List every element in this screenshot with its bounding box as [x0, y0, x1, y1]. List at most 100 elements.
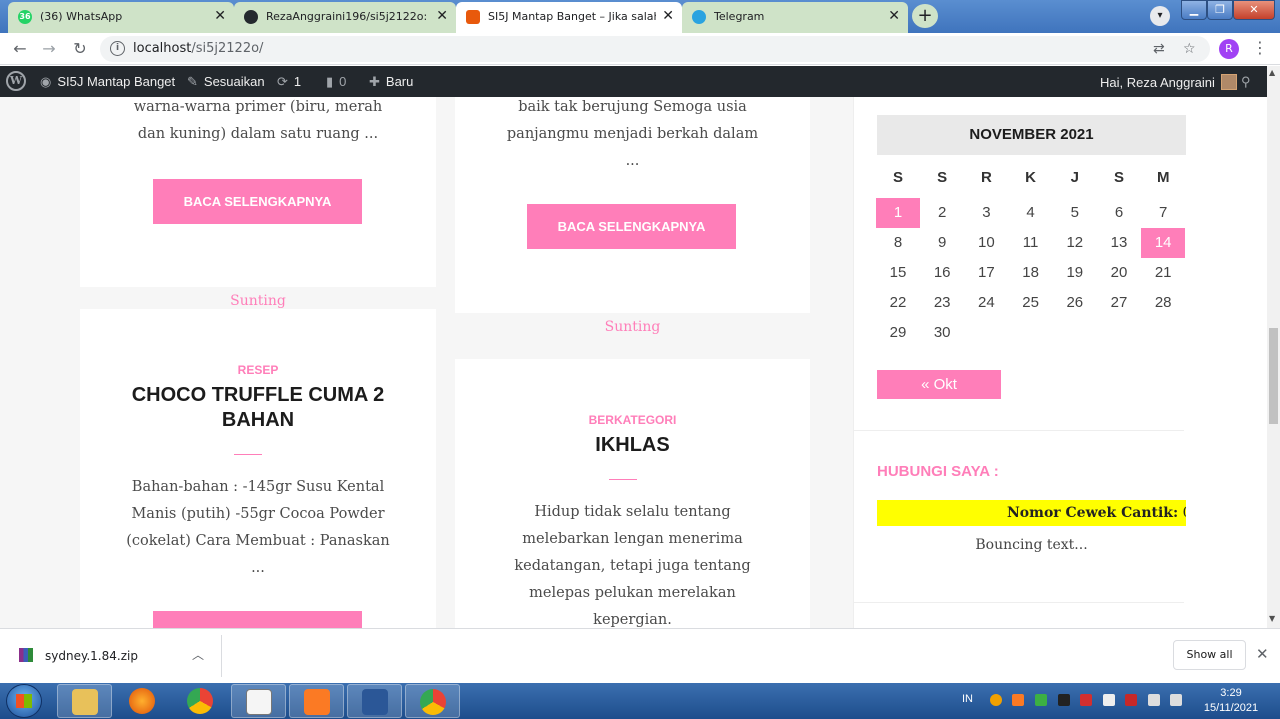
calendar-day: 30: [933, 324, 951, 341]
url-host: localhost: [133, 41, 192, 56]
chevron-up-icon[interactable]: ︿: [192, 646, 204, 663]
read-more-button[interactable]: [153, 611, 362, 628]
updates-icon: ⟳: [277, 74, 288, 89]
post-title[interactable]: CHOCO TRUFFLE CUMA 2 BAHAN: [80, 383, 436, 433]
warning-icon[interactable]: [1080, 694, 1092, 706]
post-category[interactable]: RESEP: [80, 363, 436, 377]
flag-icon[interactable]: [1103, 694, 1115, 706]
wp-admin-bar: W ◉ SI5J Mantap Banget ✎ Sesuaikan ⟳ 1 ▮ 0 ✚…: [0, 66, 1267, 97]
taskbar-word[interactable]: [347, 684, 402, 718]
search-tray-icon[interactable]: [990, 694, 1002, 706]
reload-icon[interactable]: ↻: [69, 38, 91, 60]
taskbar-chrome[interactable]: [173, 684, 228, 718]
translate-icon[interactable]: ⇄: [1153, 41, 1165, 57]
taskbar-chrome-profile[interactable]: [405, 684, 460, 718]
calendar-day: 22: [889, 294, 907, 311]
maximize-button[interactable]: ❐: [1207, 0, 1233, 20]
taskbar-explorer[interactable]: [57, 684, 112, 718]
close-tab-icon[interactable]: ✕: [214, 8, 226, 24]
taskbar-notepad[interactable]: [231, 684, 286, 718]
tab-whatsapp[interactable]: 36 (36) WhatsApp ✕: [8, 2, 234, 33]
menu-kebab-icon[interactable]: ⋮: [1252, 38, 1268, 57]
drive-icon[interactable]: [1035, 694, 1047, 706]
edit-link[interactable]: Sunting: [80, 293, 436, 309]
calendar-weekday: K: [1025, 169, 1037, 186]
new-tab-button[interactable]: +: [912, 4, 938, 28]
clock-date: 15/11/2021: [1203, 702, 1259, 714]
calendar-day: 7: [1159, 204, 1168, 221]
calendar-weekday: S: [937, 169, 948, 186]
calendar-day[interactable]: 14: [1141, 228, 1186, 258]
bookmark-star-icon[interactable]: ☆: [1183, 41, 1196, 57]
tab-title: RezaAnggraini196/si5j2122o: Rep: [266, 10, 430, 23]
admin-customize[interactable]: ✎ Sesuaikan: [187, 74, 265, 90]
calendar-day: 3: [982, 204, 991, 221]
close-tab-icon[interactable]: ✕: [888, 8, 900, 24]
show-all-button[interactable]: Show all: [1173, 640, 1246, 670]
calendar-day: 23: [933, 294, 951, 311]
calendar-prev-link[interactable]: « Okt: [877, 370, 1001, 399]
close-icon[interactable]: ✕: [1256, 645, 1269, 663]
tab-telegram[interactable]: Telegram ✕: [682, 2, 908, 33]
volume-icon[interactable]: [1170, 694, 1182, 706]
tab-title: (36) WhatsApp: [40, 10, 123, 23]
admin-site-name[interactable]: ◉ SI5J Mantap Banget: [40, 74, 175, 90]
calendar-day: 27: [1110, 294, 1128, 311]
comment-icon: ▮: [326, 74, 334, 89]
tab-si5j[interactable]: SI5J Mantap Banget – Jika salah p ✕: [456, 2, 682, 33]
minimize-button[interactable]: ▁: [1181, 0, 1207, 20]
tab-title: SI5J Mantap Banget – Jika salah p: [488, 10, 656, 23]
updates-count: 1: [293, 74, 302, 89]
customize-label: Sesuaikan: [203, 74, 265, 89]
xampp-tray-icon[interactable]: [1012, 694, 1024, 706]
profile-avatar[interactable]: R: [1219, 39, 1239, 59]
tab-search-icon[interactable]: ▾: [1150, 6, 1170, 26]
edit-link[interactable]: Sunting: [455, 319, 810, 335]
language-indicator[interactable]: IN: [962, 693, 973, 705]
admin-comments[interactable]: ▮ 0: [326, 74, 346, 90]
forward-arrow-icon[interactable]: →: [38, 38, 60, 60]
browser-tab-strip: 36 (36) WhatsApp ✕ RezaAnggraini196/si5j…: [0, 0, 1280, 33]
wordpress-logo-icon[interactable]: W: [6, 71, 26, 91]
scroll-up-arrow-icon[interactable]: ▲: [1269, 68, 1275, 77]
notepad-icon: [246, 689, 272, 715]
chrome-icon: [187, 688, 213, 714]
taskbar-firefox[interactable]: [115, 684, 170, 718]
calendar-day: 15: [889, 264, 907, 281]
scroll-down-arrow-icon[interactable]: ▼: [1269, 614, 1275, 623]
admin-new[interactable]: ✚ Baru: [369, 74, 413, 90]
start-button[interactable]: [6, 684, 42, 718]
admin-updates[interactable]: ⟳ 1: [277, 74, 301, 90]
scroll-thumb[interactable]: [1269, 328, 1278, 424]
calendar-day: 17: [978, 264, 995, 281]
signal-icon[interactable]: [1148, 694, 1160, 706]
taskbar-xampp[interactable]: [289, 684, 344, 718]
title-line: BAHAN: [221, 409, 295, 431]
close-tab-icon[interactable]: ✕: [436, 8, 448, 24]
read-more-button[interactable]: BACA SELENGKAPNYA: [153, 179, 362, 224]
post-category[interactable]: BERKATEGORI: [455, 413, 810, 427]
page-scrollbar[interactable]: ▲ ▼: [1267, 66, 1280, 628]
calendar-day: 21: [1154, 264, 1172, 281]
tab-github[interactable]: RezaAnggraini196/si5j2122o: Rep ✕: [234, 2, 456, 33]
monitor-icon[interactable]: [1058, 694, 1070, 706]
clock[interactable]: 3:29 15/11/2021: [1196, 686, 1266, 716]
back-arrow-icon[interactable]: ←: [9, 38, 31, 60]
close-tab-icon[interactable]: ✕: [662, 8, 674, 24]
site-info-icon[interactable]: i: [110, 41, 125, 56]
address-bar[interactable]: i localhost/si5j2122o/ ⇄ ☆: [100, 36, 1210, 62]
close-window-button[interactable]: ✕: [1233, 0, 1275, 20]
post-title[interactable]: IKHLAS: [455, 433, 810, 458]
divider: [609, 479, 637, 480]
calendar-weekday: S: [892, 169, 903, 186]
calendar-day[interactable]: 1: [876, 198, 920, 228]
calendar-day: 6: [1114, 204, 1124, 221]
admin-account[interactable]: Hai, Reza Anggraini: [1100, 74, 1237, 90]
sidebar: NOVEMBER 2021 S S R K J S M 1 2 3 4 5 6 7 8 9 10 11 12 13 14…: [853, 97, 1267, 628]
whatsapp-icon: 36: [18, 10, 32, 24]
security-icon[interactable]: [1125, 694, 1137, 706]
read-more-button[interactable]: BACA SELENGKAPNYA: [527, 204, 736, 249]
search-icon[interactable]: ⚲: [1241, 74, 1251, 90]
post-card: BERKATEGORI IKHLAS Hidup tidak selalu te…: [455, 359, 810, 628]
download-filename[interactable]: sydney.1.84.zip: [45, 649, 138, 663]
